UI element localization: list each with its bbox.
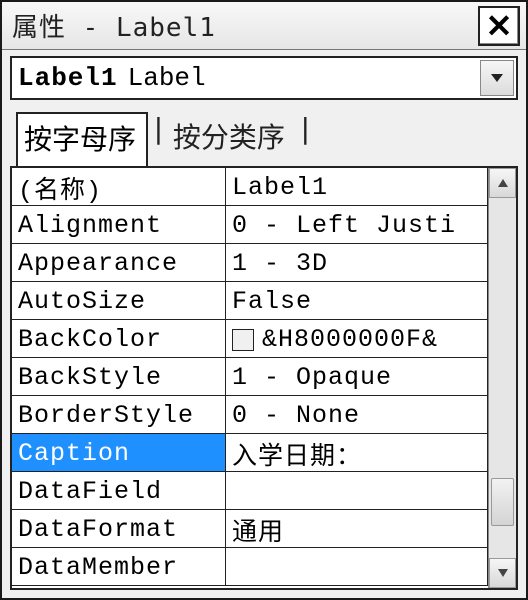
object-selector-row: Label1 Label bbox=[2, 50, 526, 104]
titlebar: 属性 - Label1 ✕ bbox=[2, 2, 526, 50]
property-value-text: 0 - None bbox=[232, 401, 360, 430]
property-value-cell[interactable]: 0 - Left Justi bbox=[226, 206, 488, 244]
color-swatch[interactable] bbox=[232, 329, 254, 351]
property-value-text: 1 - 3D bbox=[232, 249, 328, 278]
tab-categorized[interactable]: 按分类序 bbox=[171, 112, 295, 166]
property-value-text: False bbox=[232, 287, 312, 316]
property-value-cell[interactable]: 0 - None bbox=[226, 396, 488, 434]
scrollbar-thumb[interactable] bbox=[491, 478, 514, 526]
property-value-text: 通用 bbox=[232, 512, 284, 548]
object-name: Label1 bbox=[12, 63, 118, 93]
tab-categorized-label: 按分类序 bbox=[173, 121, 285, 154]
object-type: Label bbox=[118, 63, 206, 93]
property-value-cell[interactable]: 1 - Opaque bbox=[226, 358, 488, 396]
object-selector-combo[interactable]: Label1 Label bbox=[10, 56, 518, 100]
property-value-cell[interactable]: Label1 bbox=[226, 168, 488, 206]
property-name-cell[interactable]: BackStyle bbox=[12, 358, 226, 396]
property-name-cell[interactable]: BackColor bbox=[12, 320, 226, 358]
window-title: 属性 - Label1 bbox=[12, 7, 478, 44]
chevron-up-icon bbox=[497, 178, 509, 188]
property-value-cell[interactable]: False bbox=[226, 282, 488, 320]
vertical-scrollbar[interactable] bbox=[488, 168, 516, 588]
property-name-cell[interactable]: DataFormat bbox=[12, 510, 226, 548]
property-grid[interactable]: (名称)Label1Alignment0 - Left JustiAppeara… bbox=[12, 168, 488, 588]
property-value-cell[interactable] bbox=[226, 548, 488, 586]
property-name-cell[interactable]: (名称) bbox=[12, 168, 226, 206]
scroll-down-button[interactable] bbox=[489, 558, 516, 588]
property-value-cell[interactable]: 入学日期： bbox=[226, 434, 488, 472]
property-name-cell[interactable]: BorderStyle bbox=[12, 396, 226, 434]
property-name-cell[interactable]: Alignment bbox=[12, 206, 226, 244]
tab-alphabetic-label: 按字母序 bbox=[24, 123, 136, 156]
tab-divider: | bbox=[146, 112, 171, 166]
property-value-text: 入学日期： bbox=[232, 436, 362, 472]
property-value-text: Label1 bbox=[232, 173, 328, 202]
object-selector-dropdown-button[interactable] bbox=[480, 60, 514, 96]
property-name-cell[interactable]: Appearance bbox=[12, 244, 226, 282]
tabs: 按字母序 | 按分类序 | bbox=[2, 104, 526, 166]
tab-divider: | bbox=[293, 112, 318, 166]
property-value-text: 0 - Left Justi bbox=[232, 211, 456, 240]
property-value-cell[interactable]: 1 - 3D bbox=[226, 244, 488, 282]
close-button[interactable]: ✕ bbox=[478, 6, 520, 46]
property-value-text: 1 - Opaque bbox=[232, 363, 392, 392]
close-icon: ✕ bbox=[486, 10, 513, 42]
scrollbar-track[interactable] bbox=[489, 198, 516, 558]
property-name-cell[interactable]: AutoSize bbox=[12, 282, 226, 320]
property-name-cell[interactable]: DataMember bbox=[12, 548, 226, 586]
property-name-cell[interactable]: Caption bbox=[12, 434, 226, 472]
property-value-cell[interactable] bbox=[226, 472, 488, 510]
property-name-cell[interactable]: DataField bbox=[12, 472, 226, 510]
scroll-up-button[interactable] bbox=[489, 168, 516, 198]
chevron-down-icon bbox=[497, 568, 509, 578]
property-value-cell[interactable]: &H8000000F& bbox=[226, 320, 488, 358]
property-value-cell[interactable]: 通用 bbox=[226, 510, 488, 548]
property-value-text: &H8000000F& bbox=[262, 325, 438, 354]
property-grid-wrap: (名称)Label1Alignment0 - Left JustiAppeara… bbox=[10, 166, 518, 590]
tab-alphabetic[interactable]: 按字母序 bbox=[16, 112, 148, 166]
chevron-down-icon bbox=[490, 73, 504, 83]
properties-window: 属性 - Label1 ✕ Label1 Label 按字母序 | 按分类序 |… bbox=[0, 0, 528, 600]
